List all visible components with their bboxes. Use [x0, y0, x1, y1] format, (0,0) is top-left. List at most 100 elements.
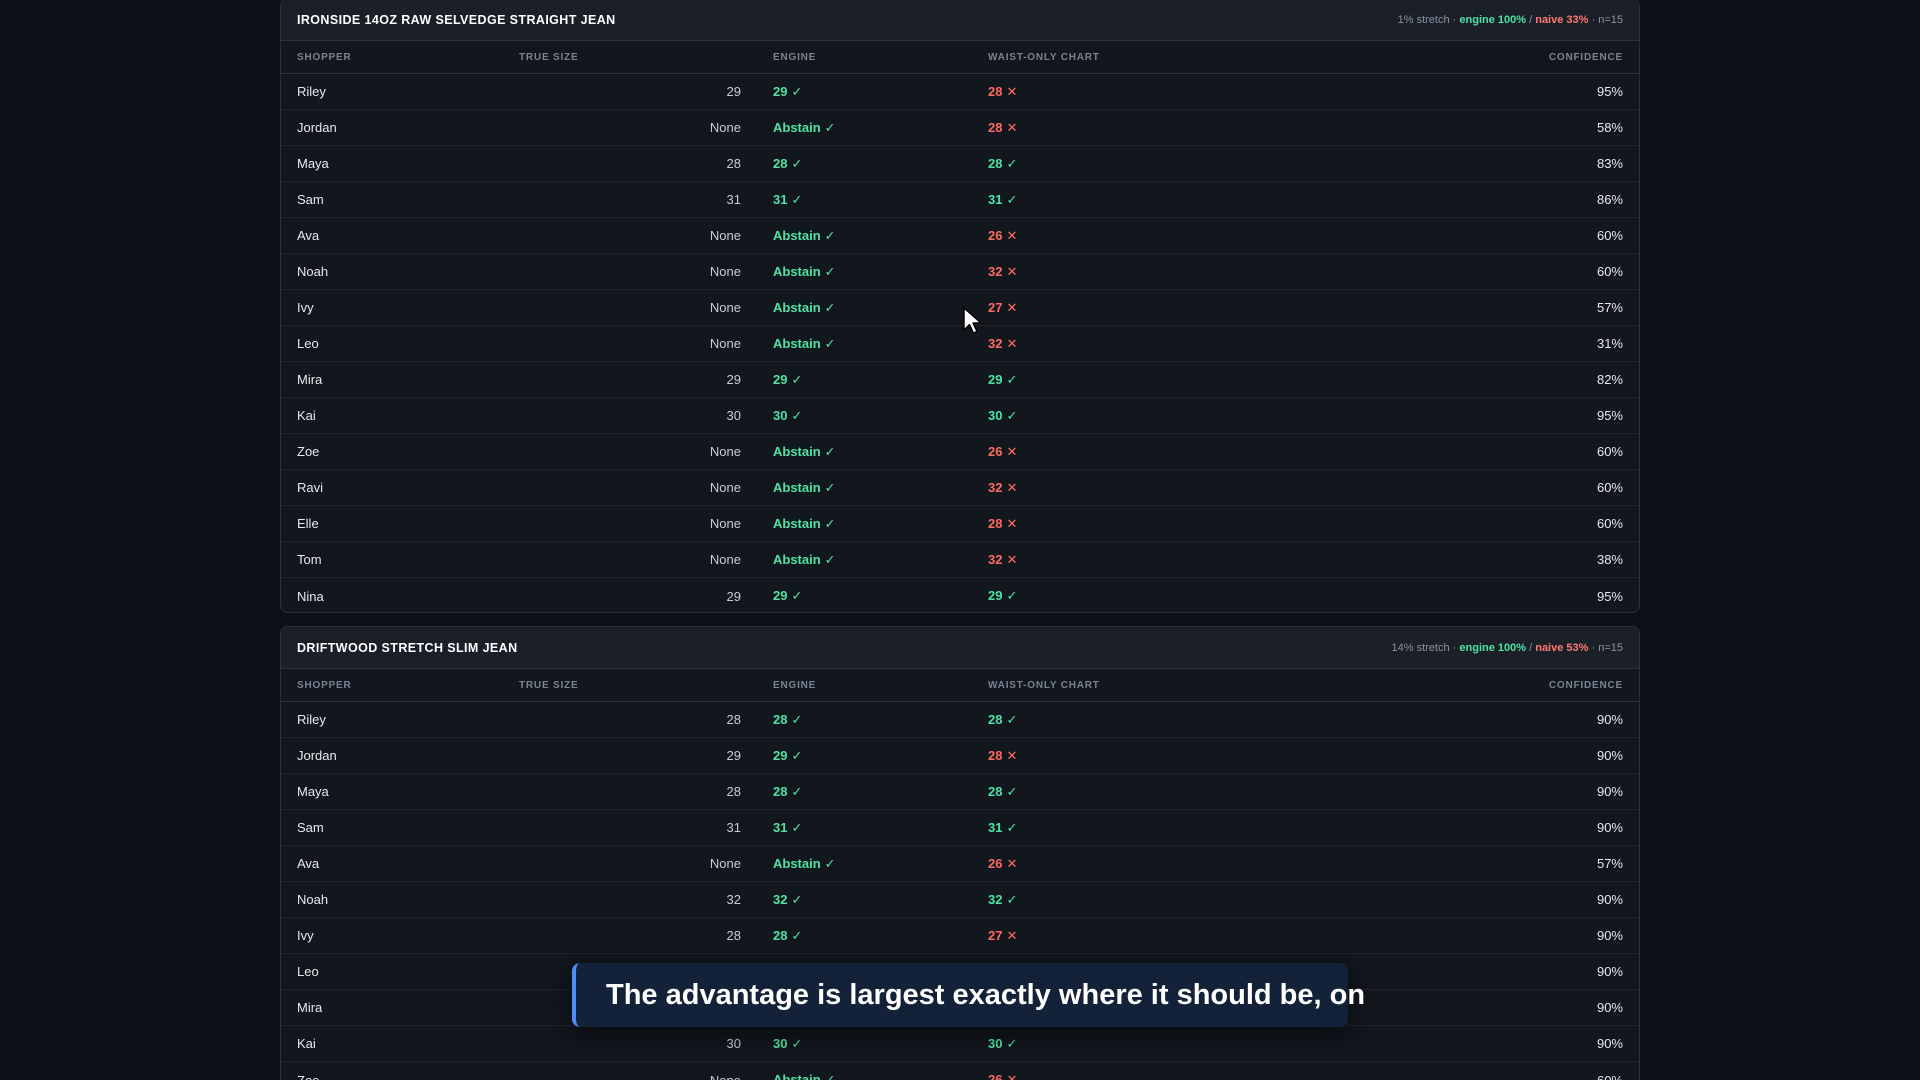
- table-row: Maya 28 28 ✓ 28 ✓ 83%: [281, 146, 1639, 182]
- shopper-name: Nina: [297, 588, 324, 604]
- check-icon: ✓: [791, 407, 803, 423]
- table-row: Mira 29 29 ✓ 29 ✓ 82%: [281, 362, 1639, 398]
- engine-result-value: 29: [773, 371, 788, 387]
- engine-result-value: Abstain: [773, 515, 821, 531]
- engine-result-value: Abstain: [773, 299, 821, 315]
- shopper-name: Elle: [297, 516, 319, 531]
- table-row: Jordan 29 29 ✓ 28 ✕ 90%: [281, 738, 1639, 774]
- col-confidence: Confidence: [1548, 679, 1623, 691]
- check-icon: ✓: [824, 335, 836, 351]
- naive-result: 31 ✓: [988, 192, 1368, 208]
- cross-icon: ✕: [1006, 515, 1018, 531]
- engine-result-value: 32: [773, 891, 788, 907]
- shopper-name: Noah: [297, 892, 329, 907]
- naive-result-value: 26: [988, 855, 1003, 871]
- table-row: Sam 31 31 ✓ 31 ✓ 86%: [281, 182, 1639, 218]
- engine-result: 28 ✓: [741, 712, 988, 728]
- column-headers: Shopper True size Engine Waist-only char…: [281, 669, 1639, 702]
- engine-result-value: Abstain: [773, 855, 821, 871]
- col-engine: Engine: [773, 679, 817, 691]
- engine-result-value: Abstain: [773, 1072, 821, 1080]
- confidence-value: 83%: [1596, 156, 1623, 171]
- engine-result: 29 ✓: [741, 84, 988, 100]
- check-icon: ✓: [791, 891, 803, 907]
- product-panel: IRONSIDE 14OZ RAW SELVEDGE STRAIGHT JEAN…: [280, 0, 1640, 613]
- engine-result: 29 ✓: [741, 748, 988, 764]
- confidence-value: 95%: [1596, 588, 1623, 604]
- engine-result: Abstain ✓: [741, 1072, 988, 1080]
- table-row: Ivy 28 28 ✓ 27 ✕ 90%: [281, 918, 1639, 954]
- table-row: Maya 28 28 ✓ 28 ✓ 90%: [281, 774, 1639, 810]
- engine-result-value: 29: [773, 83, 788, 99]
- true-size: 29: [726, 748, 741, 763]
- check-icon: ✓: [1006, 407, 1018, 423]
- table-row: Riley 29 29 ✓ 28 ✕ 95%: [281, 74, 1639, 110]
- table-row: Sam 31 31 ✓ 31 ✓ 90%: [281, 810, 1639, 846]
- confidence-value: 90%: [1596, 820, 1623, 835]
- true-size: 28: [726, 156, 741, 171]
- engine-result-value: Abstain: [773, 551, 821, 567]
- naive-result: 30 ✓: [988, 408, 1368, 424]
- naive-result-value: 27: [988, 299, 1003, 315]
- check-icon: ✓: [1006, 891, 1018, 907]
- engine-result: Abstain ✓: [741, 516, 988, 532]
- engine-result-value: 30: [773, 407, 788, 423]
- check-icon: ✓: [1006, 819, 1018, 835]
- naive-result-value: 32: [988, 263, 1003, 279]
- engine-result-value: 29: [773, 747, 788, 763]
- separator: ·: [1452, 13, 1457, 26]
- table-row: Tom None Abstain ✓ 32 ✕ 38%: [281, 542, 1639, 578]
- shopper-name: Kai: [297, 1036, 316, 1051]
- engine-result: 31 ✓: [741, 820, 988, 836]
- shopper-name: Tom: [297, 552, 322, 567]
- engine-result: 30 ✓: [741, 1036, 988, 1052]
- panel-title: IRONSIDE 14OZ RAW SELVEDGE STRAIGHT JEAN: [297, 12, 616, 27]
- panel-header: IRONSIDE 14OZ RAW SELVEDGE STRAIGHT JEAN…: [281, 0, 1639, 41]
- cross-icon: ✕: [1006, 119, 1018, 135]
- table-row: Elle None Abstain ✓ 28 ✕ 60%: [281, 506, 1639, 542]
- check-icon: ✓: [1006, 711, 1018, 727]
- true-size: None: [709, 264, 741, 279]
- naive-result: 27 ✕: [988, 300, 1368, 316]
- table-row: Kai 30 30 ✓ 30 ✓ 90%: [281, 1026, 1639, 1062]
- table-row: Zoe None Abstain ✓ 26 ✕ 60%: [281, 1062, 1639, 1080]
- true-size: 31: [726, 820, 741, 835]
- true-size: None: [709, 120, 741, 135]
- confidence-value: 90%: [1596, 1000, 1623, 1015]
- table-row: Kai 30 30 ✓ 30 ✓ 95%: [281, 398, 1639, 434]
- confidence-value: 86%: [1596, 192, 1623, 207]
- engine-result-value: Abstain: [773, 227, 821, 243]
- confidence-value: 57%: [1596, 300, 1623, 315]
- engine-result: 28 ✓: [741, 784, 988, 800]
- naive-result-value: 29: [988, 371, 1003, 387]
- table-row: Ivy None Abstain ✓ 27 ✕ 57%: [281, 290, 1639, 326]
- col-shopper: Shopper: [297, 51, 352, 63]
- naive-result: 28 ✕: [988, 748, 1368, 764]
- confidence-value: 58%: [1596, 120, 1623, 135]
- true-size: 30: [726, 1036, 741, 1051]
- naive-result-value: 28: [988, 515, 1003, 531]
- table-row: Leo None Abstain ✓ 32 ✕ 31%: [281, 326, 1639, 362]
- engine-result: Abstain ✓: [741, 228, 988, 244]
- table-row: Ravi None Abstain ✓ 32 ✕ 60%: [281, 470, 1639, 506]
- naive-result-value: 30: [988, 407, 1003, 423]
- check-icon: ✓: [824, 119, 836, 135]
- engine-result: Abstain ✓: [741, 300, 988, 316]
- engine-result: 28 ✓: [741, 156, 988, 172]
- naive-result: 32 ✓: [988, 892, 1368, 908]
- confidence-value: 90%: [1596, 712, 1623, 727]
- naive-result-value: 32: [988, 335, 1003, 351]
- shopper-name: Mira: [297, 372, 323, 387]
- table-body: Riley 29 29 ✓ 28 ✕ 95% Jordan None Abstain ✓ 28 ✕ 58%…: [281, 74, 1639, 612]
- table-row: Zoe None Abstain ✓ 26 ✕ 60%: [281, 434, 1639, 470]
- engine-result: Abstain ✓: [741, 552, 988, 568]
- shopper-name: Riley: [297, 84, 326, 99]
- check-icon: ✓: [791, 783, 803, 799]
- naive-result-value: 31: [988, 819, 1003, 835]
- engine-result: 30 ✓: [741, 408, 988, 424]
- shopper-name: Jordan: [297, 748, 337, 763]
- true-size: 29: [726, 588, 741, 604]
- stretch-label: 14% stretch: [1391, 641, 1450, 654]
- naive-result-value: 28: [988, 711, 1003, 727]
- true-size: None: [709, 444, 741, 459]
